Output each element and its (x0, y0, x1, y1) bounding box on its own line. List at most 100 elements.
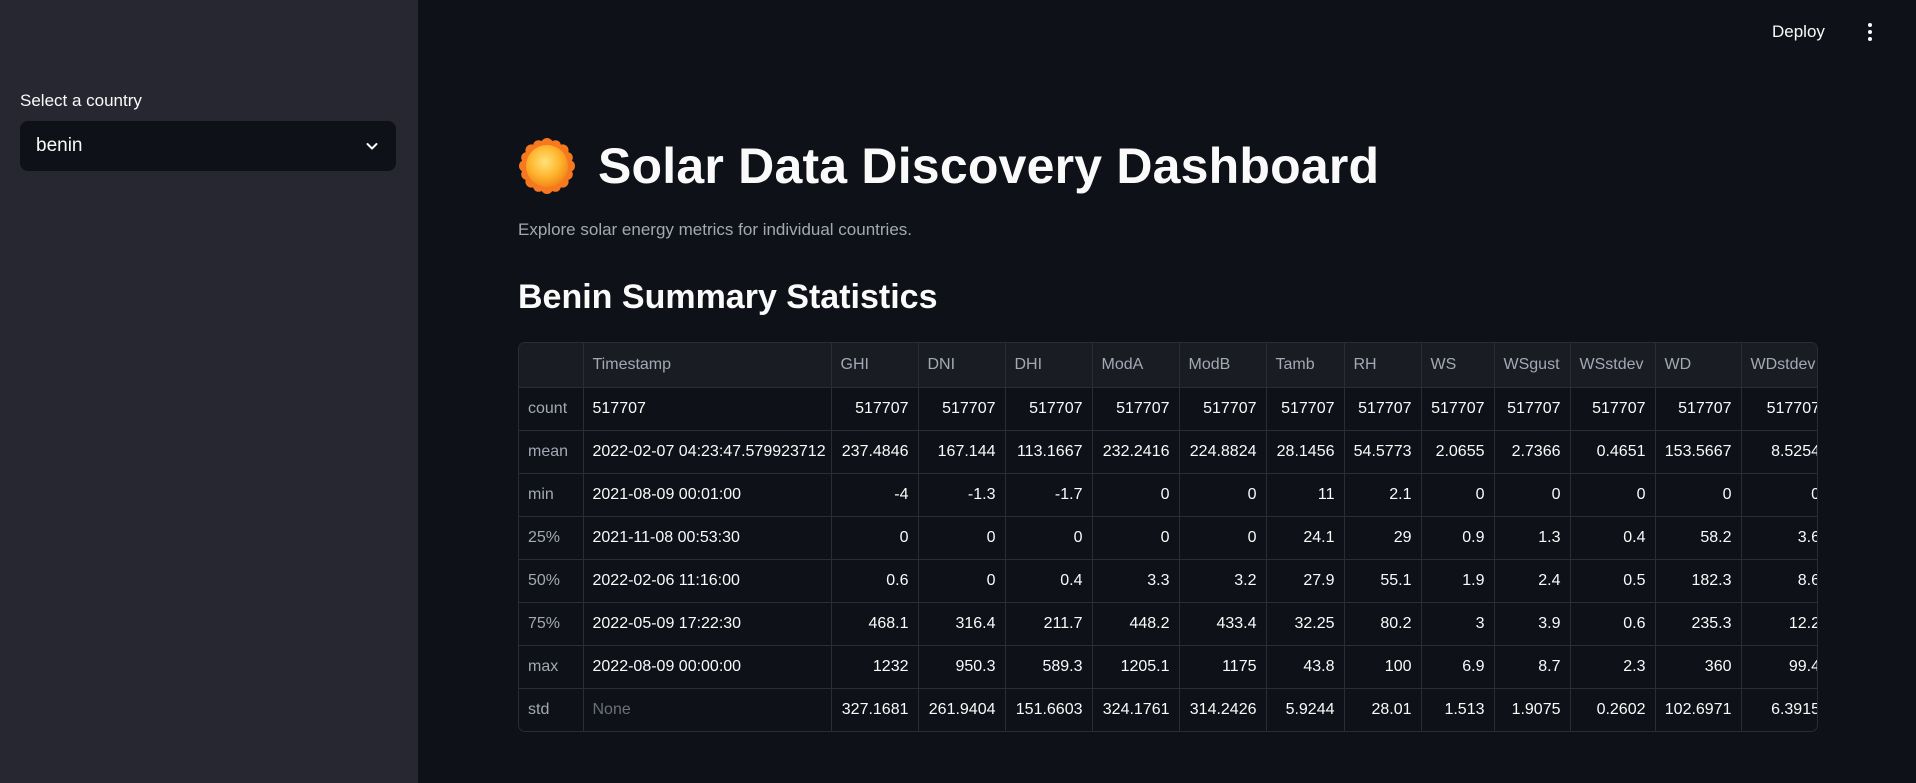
table-cell[interactable]: None (583, 688, 832, 731)
vertical-ellipsis-icon[interactable] (1862, 18, 1878, 46)
table-cell[interactable]: 1.9075 (1494, 688, 1571, 731)
table-cell[interactable]: 102.6971 (1655, 688, 1742, 731)
table-cell[interactable]: 12.2 (1741, 602, 1817, 646)
table-cell[interactable]: 113.1667 (1005, 430, 1093, 474)
table-cell[interactable]: 182.3 (1655, 559, 1742, 603)
table-cell[interactable]: 28.01 (1344, 688, 1422, 731)
table-cell[interactable]: 1.513 (1421, 688, 1495, 731)
table-cell[interactable]: 0 (1655, 473, 1742, 517)
table-cell[interactable]: 211.7 (1005, 602, 1093, 646)
table-cell[interactable]: 0.5 (1570, 559, 1656, 603)
table-cell[interactable]: 517707 (1266, 387, 1345, 431)
table-cell[interactable]: 1175 (1179, 645, 1267, 689)
table-cell[interactable]: 3.3 (1092, 559, 1180, 603)
table-cell[interactable]: 2.3 (1570, 645, 1656, 689)
table-cell[interactable]: 324.1761 (1092, 688, 1180, 731)
table-cell[interactable]: 11 (1266, 473, 1345, 517)
table-cell[interactable]: 2.0655 (1421, 430, 1495, 474)
column-header[interactable]: WSgust (1494, 343, 1571, 388)
table-cell[interactable]: 360 (1655, 645, 1742, 689)
table-cell[interactable]: 517707 (1421, 387, 1495, 431)
country-select[interactable]: benin (20, 121, 396, 171)
table-cell[interactable]: 224.8824 (1179, 430, 1267, 474)
table-cell[interactable]: 151.6603 (1005, 688, 1093, 731)
column-header[interactable]: ModB (1179, 343, 1267, 388)
column-header[interactable]: WD (1655, 343, 1742, 388)
table-cell[interactable]: 100 (1344, 645, 1422, 689)
table-cell[interactable]: 0.4 (1570, 516, 1656, 560)
table-cell[interactable]: 0 (918, 559, 1006, 603)
table-cell[interactable]: 448.2 (1092, 602, 1180, 646)
table-cell[interactable]: 2021-11-08 00:53:30 (583, 516, 832, 560)
table-cell[interactable]: 2022-08-09 00:00:00 (583, 645, 832, 689)
table-cell[interactable]: -4 (831, 473, 919, 517)
table-cell[interactable]: 3.2 (1179, 559, 1267, 603)
table-cell[interactable]: 517707 (1179, 387, 1267, 431)
column-header[interactable]: WS (1421, 343, 1495, 388)
table-cell[interactable]: 468.1 (831, 602, 919, 646)
table-cell[interactable]: 2.1 (1344, 473, 1422, 517)
column-header[interactable]: ModA (1092, 343, 1180, 388)
table-cell[interactable]: 6.9 (1421, 645, 1495, 689)
table-cell[interactable]: 0 (1092, 516, 1180, 560)
column-header[interactable]: GHI (831, 343, 919, 388)
table-cell[interactable]: 8.6 (1741, 559, 1817, 603)
column-header[interactable]: WDstdev (1741, 343, 1817, 388)
table-cell[interactable]: 314.2426 (1179, 688, 1267, 731)
deploy-button[interactable]: Deploy (1772, 18, 1825, 46)
row-index-label[interactable]: std (519, 688, 584, 731)
table-cell[interactable]: 24.1 (1266, 516, 1345, 560)
summary-statistics-table[interactable]: Timestamp GHI DNI DHI ModA ModB Tamb RH WS WSgust… (518, 342, 1818, 732)
table-cell[interactable]: 327.1681 (831, 688, 919, 731)
table-cell[interactable]: 6.3915 (1741, 688, 1817, 731)
table-cell[interactable]: 2.4 (1494, 559, 1571, 603)
table-cell[interactable]: 55.1 (1344, 559, 1422, 603)
table-cell[interactable]: 5.9244 (1266, 688, 1345, 731)
table-cell[interactable]: 43.8 (1266, 645, 1345, 689)
table-cell[interactable]: -1.3 (918, 473, 1006, 517)
table-cell[interactable]: 0 (1092, 473, 1180, 517)
index-header[interactable] (519, 343, 584, 388)
table-cell[interactable]: 950.3 (918, 645, 1006, 689)
table-cell[interactable]: 517707 (1741, 387, 1817, 431)
table-cell[interactable]: 0 (1494, 473, 1571, 517)
table-cell[interactable]: 153.5667 (1655, 430, 1742, 474)
table-cell[interactable]: 29 (1344, 516, 1422, 560)
table-cell[interactable]: 517707 (1655, 387, 1742, 431)
row-index-label[interactable]: 50% (519, 559, 584, 603)
table-cell[interactable]: 0 (1741, 473, 1817, 517)
table-cell[interactable]: 0.2602 (1570, 688, 1656, 731)
table-cell[interactable]: 28.1456 (1266, 430, 1345, 474)
table-cell[interactable]: 261.9404 (918, 688, 1006, 731)
table-cell[interactable]: 517707 (1005, 387, 1093, 431)
table-cell[interactable]: 27.9 (1266, 559, 1345, 603)
table-cell[interactable]: 235.3 (1655, 602, 1742, 646)
row-index-label[interactable]: 75% (519, 602, 584, 646)
table-cell[interactable]: 517707 (831, 387, 919, 431)
row-index-label[interactable]: mean (519, 430, 584, 474)
table-cell[interactable]: 80.2 (1344, 602, 1422, 646)
table-cell[interactable]: 58.2 (1655, 516, 1742, 560)
table-cell[interactable]: 0.4651 (1570, 430, 1656, 474)
table-cell[interactable]: 0 (1179, 473, 1267, 517)
table-cell[interactable]: 8.5254 (1741, 430, 1817, 474)
column-header[interactable]: RH (1344, 343, 1422, 388)
table-cell[interactable]: 32.25 (1266, 602, 1345, 646)
table-cell[interactable]: 0.9 (1421, 516, 1495, 560)
table-cell[interactable]: 0 (1421, 473, 1495, 517)
row-index-label[interactable]: max (519, 645, 584, 689)
table-cell[interactable]: 0 (1179, 516, 1267, 560)
row-index-label[interactable]: 25% (519, 516, 584, 560)
table-cell[interactable]: 316.4 (918, 602, 1006, 646)
table-cell[interactable]: 0 (1570, 473, 1656, 517)
table-cell[interactable]: 2.7366 (1494, 430, 1571, 474)
table-cell[interactable]: 0 (1005, 516, 1093, 560)
table-cell[interactable]: 54.5773 (1344, 430, 1422, 474)
table-cell[interactable]: 517707 (1494, 387, 1571, 431)
table-cell[interactable]: 3.6 (1741, 516, 1817, 560)
table-cell[interactable]: 2022-05-09 17:22:30 (583, 602, 832, 646)
table-cell[interactable]: 517707 (583, 387, 832, 431)
table-cell[interactable]: 517707 (1344, 387, 1422, 431)
column-header[interactable]: DHI (1005, 343, 1093, 388)
table-cell[interactable]: 589.3 (1005, 645, 1093, 689)
